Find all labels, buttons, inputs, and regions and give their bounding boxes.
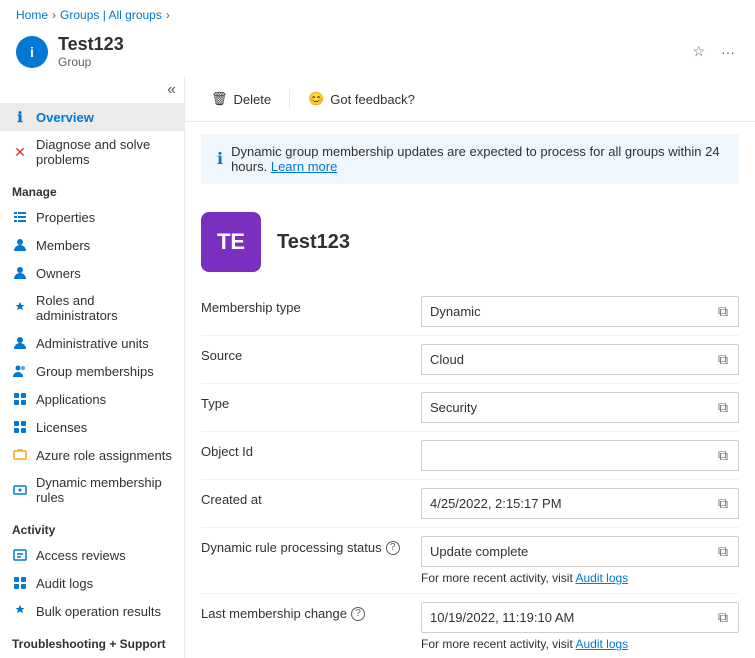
audit-logs-link-1[interactable]: Audit logs: [575, 571, 628, 585]
delete-button[interactable]: 🗑 Delete: [201, 85, 281, 113]
breadcrumb-home[interactable]: Home: [16, 8, 48, 22]
page-title: Test123: [58, 34, 678, 55]
last-membership-info-icon[interactable]: ?: [351, 607, 365, 621]
licenses-icon: [12, 419, 28, 435]
activity-section-header: Activity: [0, 511, 184, 541]
delete-icon: 🗑: [211, 91, 228, 107]
info-banner: ℹ Dynamic group membership updates are e…: [201, 134, 739, 184]
content-area: 🗑 Delete 😊 Got feedback? ℹ Dynamic group…: [185, 77, 755, 658]
sidebar-item-applications[interactable]: Applications: [0, 385, 184, 413]
learn-more-link[interactable]: Learn more: [271, 159, 337, 174]
overview-icon: ℹ: [12, 109, 28, 125]
sidebar-item-admin-units[interactable]: Administrative units: [0, 329, 184, 357]
azure-role-icon: [12, 447, 28, 463]
sidebar-item-properties[interactable]: Properties: [0, 203, 184, 231]
group-avatar: TE: [201, 212, 261, 272]
prop-row-object-id: Object Id ⧉: [201, 432, 739, 480]
members-icon: [12, 237, 28, 253]
roles-icon: [12, 300, 28, 316]
page-icon: i: [16, 36, 48, 68]
prop-row-type: Type Security ⧉: [201, 384, 739, 432]
properties-grid: Membership type Dynamic ⧉ Source Cloud ⧉: [185, 280, 755, 658]
sidebar-item-group-memberships[interactable]: Group memberships: [0, 357, 184, 385]
feedback-button[interactable]: 😊 Got feedback?: [298, 85, 425, 113]
copy-dynamic-status-button[interactable]: ⧉: [716, 541, 730, 562]
sidebar-item-azure-role[interactable]: Azure role assignments: [0, 441, 184, 469]
info-banner-icon: ℹ: [217, 149, 223, 169]
properties-icon: [12, 209, 28, 225]
sidebar-item-overview[interactable]: ℹ Overview: [0, 103, 184, 131]
applications-icon: [12, 391, 28, 407]
sidebar-item-owners[interactable]: Owners: [0, 259, 184, 287]
sidebar: « ℹ Overview ✕ Diagnose and solve proble…: [0, 77, 185, 658]
copy-object-id-button[interactable]: ⧉: [716, 445, 730, 466]
sidebar-item-members[interactable]: Members: [0, 231, 184, 259]
pin-button[interactable]: ☆: [688, 39, 709, 64]
copy-source-button[interactable]: ⧉: [716, 349, 730, 370]
feedback-icon: 😊: [308, 91, 324, 107]
collapse-sidebar-button[interactable]: «: [167, 81, 176, 99]
owners-icon: [12, 265, 28, 281]
dynamic-status-info-icon[interactable]: ?: [386, 541, 400, 555]
sidebar-item-licenses[interactable]: Licenses: [0, 413, 184, 441]
copy-created-at-button[interactable]: ⧉: [716, 493, 730, 514]
toolbar: 🗑 Delete 😊 Got feedback?: [185, 77, 755, 122]
prop-row-last-membership: Last membership change ? 10/19/2022, 11:…: [201, 594, 739, 658]
copy-membership-type-button[interactable]: ⧉: [716, 301, 730, 322]
more-options-button[interactable]: ···: [717, 39, 739, 64]
audit-logs-link-2[interactable]: Audit logs: [575, 637, 628, 651]
page-subtitle: Group: [58, 55, 678, 69]
audit-logs-icon: [12, 575, 28, 591]
copy-type-button[interactable]: ⧉: [716, 397, 730, 418]
prop-row-created-at: Created at 4/25/2022, 2:15:17 PM ⧉: [201, 480, 739, 528]
copy-last-membership-button[interactable]: ⧉: [716, 607, 730, 628]
dynamic-rules-icon: [12, 482, 28, 498]
prop-row-source: Source Cloud ⧉: [201, 336, 739, 384]
sidebar-item-diagnose[interactable]: ✕ Diagnose and solve problems: [0, 131, 184, 173]
sidebar-item-access-reviews[interactable]: Access reviews: [0, 541, 184, 569]
breadcrumb-groups[interactable]: Groups | All groups: [60, 8, 162, 22]
prop-row-membership-type: Membership type Dynamic ⧉: [201, 288, 739, 336]
group-name: Test123: [277, 231, 350, 254]
manage-section-header: Manage: [0, 173, 184, 203]
group-memberships-icon: [12, 363, 28, 379]
group-header: TE Test123: [185, 196, 755, 280]
sidebar-item-dynamic-rules[interactable]: Dynamic membership rules: [0, 469, 184, 511]
prop-row-dynamic-status: Dynamic rule processing status ? Update …: [201, 528, 739, 594]
access-reviews-icon: [12, 547, 28, 563]
sidebar-item-audit-logs[interactable]: Audit logs: [0, 569, 184, 597]
page-header: i Test123 Group ☆ ···: [0, 30, 755, 77]
bulk-ops-icon: [12, 603, 28, 619]
sidebar-item-bulk-ops[interactable]: Bulk operation results: [0, 597, 184, 625]
sidebar-item-roles[interactable]: Roles and administrators: [0, 287, 184, 329]
admin-units-icon: [12, 335, 28, 351]
breadcrumb: Home › Groups | All groups ›: [0, 0, 755, 30]
diagnose-icon: ✕: [12, 144, 28, 160]
